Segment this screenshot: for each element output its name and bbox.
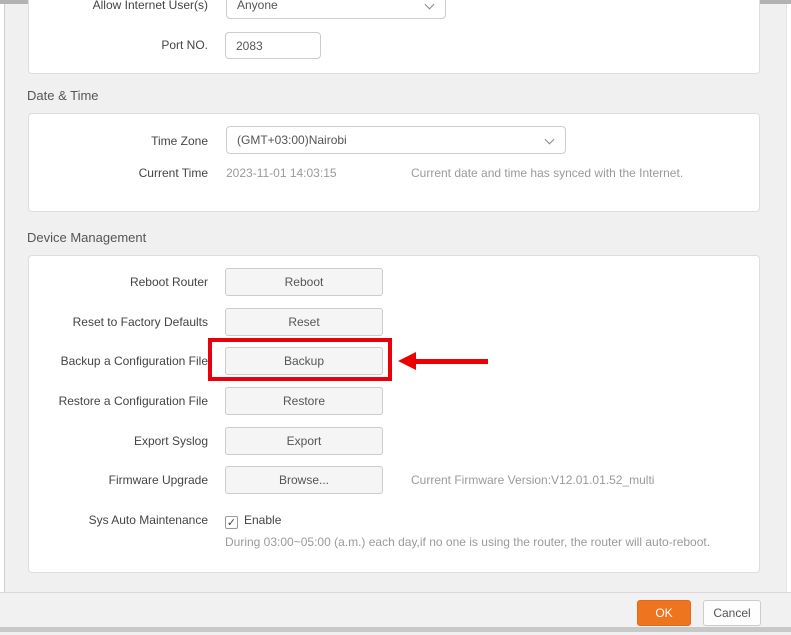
port-no-input[interactable] (225, 32, 321, 59)
date-time-title: Date & Time (27, 88, 99, 103)
sys-auto-maintenance-label: Sys Auto Maintenance (88, 513, 208, 527)
reset-factory-label: Reset to Factory Defaults (72, 315, 208, 329)
allow-internet-users-select[interactable]: Anyone (226, 0, 446, 19)
maintenance-note: During 03:00~05:00 (a.m.) each day,if no… (225, 535, 711, 549)
check-icon: ✓ (226, 517, 237, 529)
device-management-card: Reboot Router Reboot Reset to Factory De… (28, 255, 760, 573)
chevron-down-icon (424, 0, 435, 10)
allow-internet-users-label: Allow Internet User(s) (92, 0, 208, 12)
red-arrow-shaft (414, 359, 488, 364)
chevron-down-icon (544, 134, 555, 145)
cancel-button[interactable]: Cancel (703, 600, 761, 626)
reboot-router-label: Reboot Router (129, 275, 208, 289)
time-zone-value: (GMT+03:00)Nairobi (237, 133, 347, 147)
remote-access-card: Allow Internet User(s) Anyone Port NO. (28, 0, 760, 74)
time-zone-select[interactable]: (GMT+03:00)Nairobi (226, 126, 566, 154)
time-zone-label: Time Zone (151, 134, 208, 148)
time-sync-note: Current date and time has synced with th… (411, 166, 684, 180)
export-syslog-label: Export Syslog (133, 434, 208, 448)
reboot-button[interactable]: Reboot (225, 268, 383, 296)
enable-checkbox-label: Enable (244, 513, 282, 527)
current-time-value: 2023-11-01 14:03:15 (226, 166, 337, 180)
device-management-title: Device Management (27, 230, 147, 245)
current-time-label: Current Time (138, 166, 208, 180)
firmware-upgrade-label: Firmware Upgrade (108, 473, 208, 487)
footer-bar: OK Cancel (0, 593, 791, 627)
firmware-version-note: Current Firmware Version:V12.01.01.52_mu… (411, 473, 655, 487)
backup-highlight-rectangle (208, 338, 392, 381)
ok-button[interactable]: OK (637, 600, 691, 626)
export-button[interactable]: Export (225, 427, 383, 455)
backup-config-label: Backup a Configuration File (60, 354, 208, 368)
restore-button[interactable]: Restore (225, 387, 383, 415)
allow-internet-users-value: Anyone (237, 0, 278, 12)
date-time-card: Time Zone (GMT+03:00)Nairobi Current Tim… (28, 113, 760, 212)
settings-page: Allow Internet User(s) Anyone Port NO. D… (0, 0, 791, 635)
browse-button[interactable]: Browse... (225, 466, 383, 494)
port-no-label: Port NO. (161, 38, 208, 52)
restore-config-label: Restore a Configuration File (58, 394, 208, 408)
reset-button[interactable]: Reset (225, 308, 383, 336)
enable-checkbox[interactable]: ✓ (225, 516, 238, 529)
enable-checkbox-row: ✓ Enable (225, 511, 281, 529)
